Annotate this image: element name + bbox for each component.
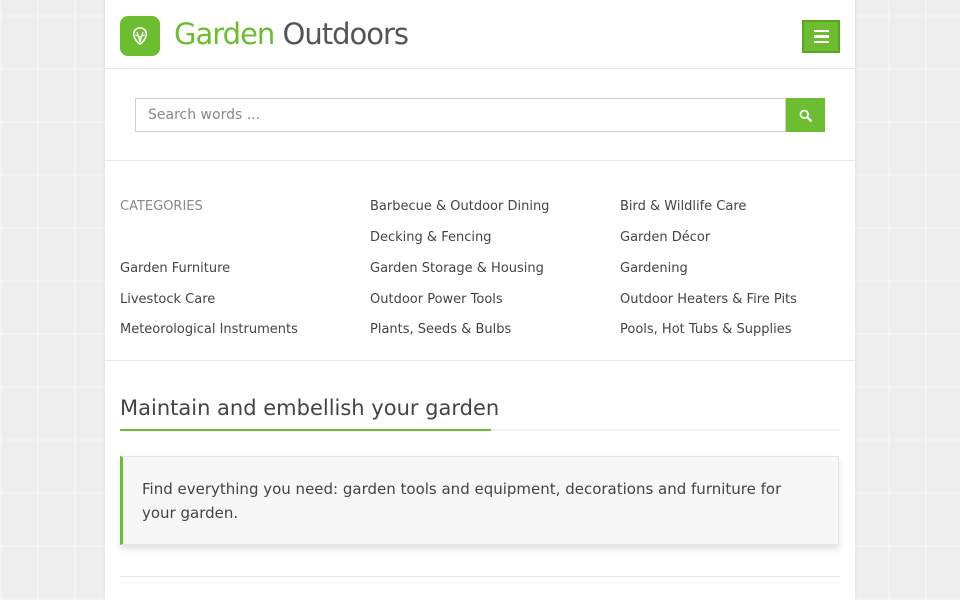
section-title: Maintain and embellish your garden (120, 396, 500, 420)
category-link-livestock[interactable]: Livestock Care (120, 292, 215, 308)
hamburger-bar (813, 40, 829, 44)
intro-callout: Find everything you need: garden tools a… (120, 456, 839, 545)
site-logo-text[interactable]: Garden Outdoors (174, 15, 410, 53)
category-link-garden-storage[interactable]: Garden Storage & Housing (370, 261, 544, 277)
category-link-heaters[interactable]: Outdoor Heaters & Fire Pits (620, 292, 797, 308)
category-link-garden-furniture[interactable]: Garden Furniture (120, 261, 230, 277)
search-button[interactable] (786, 98, 825, 132)
category-link-barbecue[interactable]: Barbecue & Outdoor Dining (370, 199, 549, 215)
lettuce-icon[interactable] (120, 16, 160, 56)
intro-text: Find everything you need: garden tools a… (142, 480, 782, 522)
category-link-garden-decor[interactable]: Garden Décor (620, 230, 710, 246)
category-link-gardening[interactable]: Gardening (620, 261, 688, 277)
search-icon (799, 109, 812, 122)
category-link-decking[interactable]: Decking & Fencing (370, 230, 491, 246)
category-link-meteorological[interactable]: Meteorological Instruments (120, 322, 298, 338)
category-link-power-tools[interactable]: Outdoor Power Tools (370, 292, 503, 308)
brand-name-part2: Outdoors (282, 17, 410, 51)
hamburger-bar (813, 35, 829, 38)
category-link-plants-seeds[interactable]: Plants, Seeds & Bulbs (370, 322, 511, 338)
brand-name-part1: Garden (174, 17, 275, 51)
hamburger-menu-button[interactable] (802, 20, 840, 53)
divider (120, 576, 840, 577)
divider (120, 582, 840, 583)
title-underline (120, 429, 840, 431)
category-link-bird-wildlife[interactable]: Bird & Wildlife Care (620, 199, 746, 215)
page-container: Garden Outdoors CATEGORIES Barbecue & Ou… (105, 0, 855, 600)
categories-heading: CATEGORIES (120, 199, 203, 214)
categories-section: CATEGORIES Barbecue & Outdoor Dining Bir… (105, 161, 855, 361)
category-link-pools[interactable]: Pools, Hot Tubs & Supplies (620, 322, 792, 338)
search-input[interactable] (135, 98, 786, 132)
search-bar (105, 69, 855, 161)
site-header: Garden Outdoors (105, 0, 855, 69)
hamburger-menu-icon (813, 29, 829, 33)
